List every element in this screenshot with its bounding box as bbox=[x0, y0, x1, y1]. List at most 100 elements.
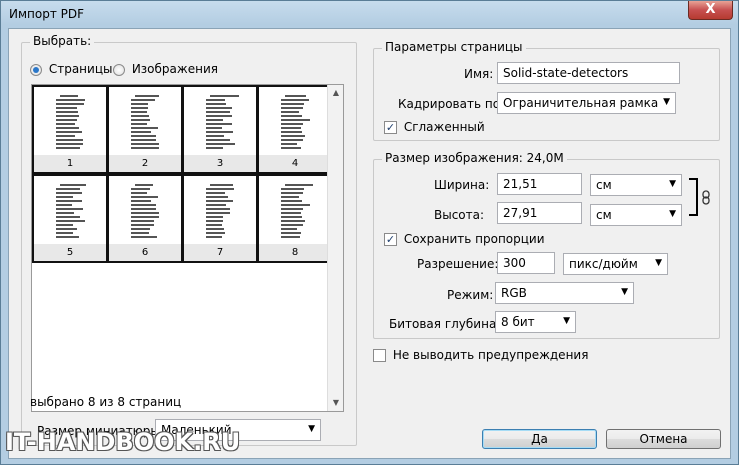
suppress-warnings-checkbox[interactable]: Не выводить предупреждения bbox=[373, 348, 588, 362]
page-thumbnail[interactable]: 8 bbox=[257, 174, 333, 263]
close-button[interactable]: X bbox=[688, 1, 733, 20]
text-line bbox=[206, 147, 223, 149]
thumbnail-list[interactable]: 1234 5678 ▲ ▼ bbox=[31, 84, 344, 412]
text-line bbox=[285, 184, 313, 186]
select-group-title: Выбрать: bbox=[30, 34, 95, 48]
text-line bbox=[56, 200, 82, 202]
height-unit-value: см bbox=[596, 208, 612, 222]
text-line bbox=[135, 95, 159, 97]
crop-value: Ограничительная рамка bbox=[503, 96, 659, 110]
text-line bbox=[60, 184, 86, 186]
depth-label: Битовая глубина: bbox=[389, 317, 501, 331]
radio-pages-indicator[interactable] bbox=[30, 63, 42, 76]
resolution-input[interactable]: 300 bbox=[497, 252, 555, 274]
page-thumbnail[interactable]: 2 bbox=[107, 85, 183, 174]
width-label: Ширина: bbox=[434, 178, 490, 192]
text-line bbox=[206, 224, 222, 226]
radio-pages[interactable]: Страницы bbox=[30, 62, 112, 76]
text-line bbox=[131, 200, 151, 202]
constrain-checkbox[interactable]: ✓ Сохранить пропорции bbox=[384, 232, 545, 246]
antialias-checkbox[interactable]: ✓ Сглаженный bbox=[384, 120, 485, 134]
radio-images-indicator[interactable] bbox=[113, 63, 125, 76]
name-input[interactable]: Solid-state-detectors bbox=[497, 62, 680, 84]
text-line bbox=[56, 204, 72, 206]
resolution-label: Разрешение: bbox=[417, 257, 499, 271]
text-line bbox=[281, 111, 299, 113]
proportion-bracket bbox=[689, 178, 698, 216]
height-input[interactable]: 27,91 bbox=[497, 202, 582, 224]
text-line bbox=[281, 216, 302, 218]
text-line bbox=[131, 143, 159, 145]
crop-select[interactable]: Ограничительная рамка ▼ bbox=[497, 92, 676, 114]
thumbnail-scrollbar[interactable]: ▲ ▼ bbox=[327, 85, 343, 411]
text-line bbox=[281, 224, 303, 226]
text-line bbox=[56, 224, 73, 226]
text-line bbox=[131, 103, 148, 105]
scroll-down-icon[interactable]: ▼ bbox=[328, 395, 343, 411]
page-thumbnail[interactable]: 4 bbox=[257, 85, 333, 174]
chevron-down-icon: ▼ bbox=[563, 316, 570, 326]
text-line bbox=[281, 127, 301, 129]
dialog-body: Выбрать: Страницы Изображения 1234 5678 ▲… bbox=[8, 28, 731, 459]
chain-link-icon bbox=[702, 190, 710, 205]
text-line bbox=[131, 232, 149, 234]
width-input[interactable]: 21,51 bbox=[497, 173, 582, 195]
text-line bbox=[131, 107, 148, 109]
ok-button[interactable]: Да bbox=[482, 429, 597, 449]
depth-select[interactable]: 8 бит ▼ bbox=[495, 311, 576, 333]
text-line bbox=[56, 208, 83, 210]
text-line bbox=[206, 111, 230, 113]
mode-select[interactable]: RGB ▼ bbox=[495, 282, 634, 304]
text-line bbox=[206, 196, 228, 198]
text-line bbox=[131, 224, 154, 226]
text-line bbox=[56, 192, 82, 194]
text-line bbox=[135, 184, 153, 186]
text-line bbox=[281, 139, 303, 141]
thumbnail-label: 4 bbox=[259, 155, 331, 172]
text-line bbox=[56, 228, 77, 230]
cancel-button[interactable]: Отмена bbox=[606, 429, 721, 449]
height-unit-select[interactable]: см ▼ bbox=[590, 204, 682, 226]
text-line bbox=[56, 127, 79, 129]
text-line bbox=[281, 123, 303, 125]
chevron-down-icon: ▼ bbox=[655, 258, 662, 268]
text-line bbox=[206, 119, 223, 121]
text-line bbox=[206, 131, 233, 133]
scroll-up-icon[interactable]: ▲ bbox=[328, 85, 343, 101]
window-title: Импорт PDF bbox=[9, 7, 85, 21]
constrain-check-indicator[interactable]: ✓ bbox=[384, 233, 397, 246]
radio-images[interactable]: Изображения bbox=[113, 62, 218, 76]
page-preview bbox=[42, 91, 100, 155]
antialias-check-indicator[interactable]: ✓ bbox=[384, 121, 397, 134]
mode-label: Режим: bbox=[447, 288, 494, 302]
page-thumbnail[interactable]: 1 bbox=[32, 85, 108, 174]
page-preview bbox=[192, 91, 250, 155]
text-line bbox=[206, 216, 223, 218]
page-preview bbox=[267, 91, 325, 155]
suppress-warnings-label: Не выводить предупреждения bbox=[392, 348, 589, 362]
width-unit-select[interactable]: см ▼ bbox=[590, 174, 682, 196]
text-line bbox=[281, 147, 301, 149]
page-thumbnail[interactable]: 6 bbox=[107, 174, 183, 263]
thumbnail-label: 6 bbox=[109, 244, 181, 261]
thumbnail-label: 8 bbox=[259, 244, 331, 261]
chevron-down-icon: ▼ bbox=[663, 97, 670, 107]
text-line bbox=[131, 208, 156, 210]
suppress-warnings-check-indicator[interactable] bbox=[373, 349, 386, 362]
text-line bbox=[56, 236, 79, 238]
text-line bbox=[206, 99, 225, 101]
text-line bbox=[56, 196, 73, 198]
thumbnail-label: 2 bbox=[109, 155, 181, 172]
page-thumbnail[interactable]: 7 bbox=[182, 174, 258, 263]
page-thumbnail[interactable]: 3 bbox=[182, 85, 258, 174]
page-thumbnail[interactable]: 5 bbox=[32, 174, 108, 263]
text-line bbox=[56, 99, 85, 101]
selected-count: выбрано 8 из 8 страниц bbox=[30, 395, 182, 409]
width-unit-value: см bbox=[596, 178, 612, 192]
text-line bbox=[281, 115, 302, 117]
resolution-unit-select[interactable]: пикс/дюйм ▼ bbox=[563, 253, 668, 275]
text-line bbox=[131, 236, 157, 238]
text-line bbox=[131, 131, 151, 133]
title-bar[interactable]: Импорт PDF X bbox=[1, 1, 738, 28]
text-line bbox=[281, 200, 302, 202]
